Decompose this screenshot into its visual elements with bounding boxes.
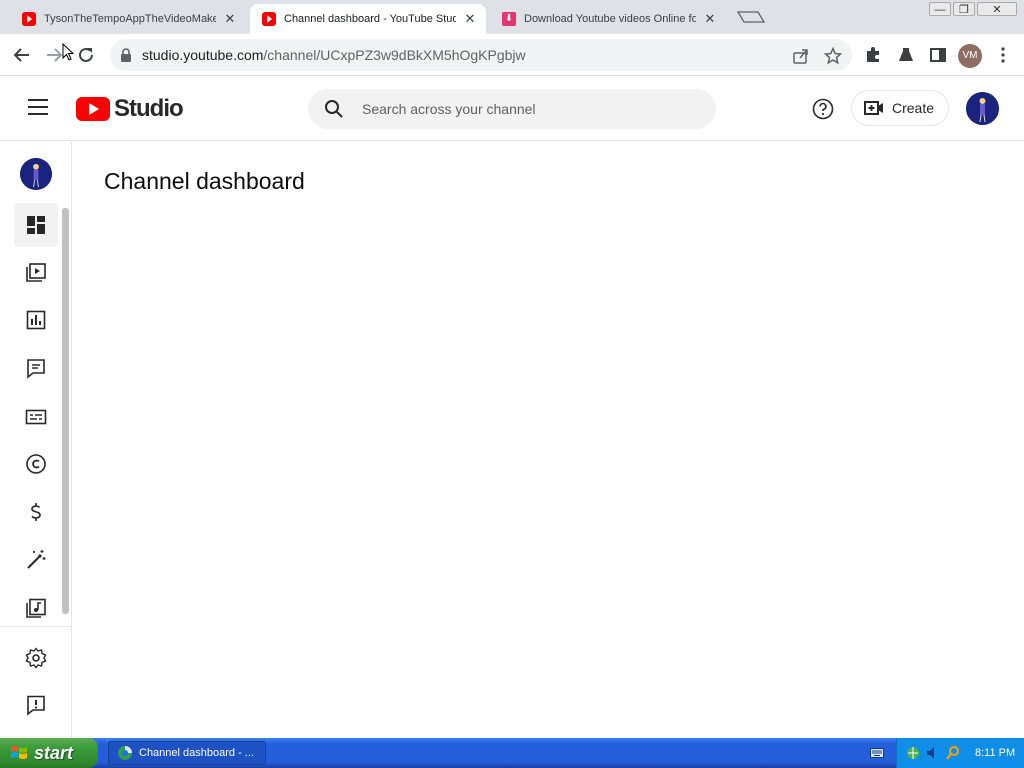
logo-text: Studio	[114, 95, 184, 122]
sidebar-divider	[0, 626, 71, 627]
search-icon[interactable]	[324, 99, 344, 119]
browser-tab-3[interactable]: ⬇ Download Youtube videos Online fo... ✕	[490, 4, 726, 34]
account-avatar[interactable]	[966, 92, 999, 125]
start-label: start	[34, 742, 74, 763]
tab-close-icon[interactable]: ✕	[462, 11, 478, 27]
windows-flag-icon	[11, 746, 27, 759]
copyright-icon	[26, 454, 46, 474]
channel-avatar-icon	[966, 92, 999, 125]
channel-search[interactable]	[308, 89, 716, 129]
bookmark-star-icon[interactable]	[824, 47, 842, 65]
reload-icon	[79, 47, 93, 62]
channel-avatar-icon	[20, 158, 52, 190]
tab-close-icon[interactable]: ✕	[222, 11, 238, 27]
keyboard-icon[interactable]	[870, 747, 884, 759]
sidebar-item-customization[interactable]	[14, 538, 58, 582]
side-panel-icon[interactable]	[929, 46, 947, 64]
reload-button[interactable]	[74, 43, 98, 67]
tab-title: Channel dashboard - YouTube Studio	[284, 13, 456, 25]
main-content: Channel dashboard	[72, 142, 1024, 738]
youtube-studio-logo[interactable]: Studio	[76, 95, 184, 123]
taskbar-window-chrome[interactable]: Channel dashboard - ...	[108, 741, 266, 765]
sidebar-item-content[interactable]	[14, 250, 58, 294]
sidebar-item-feedback[interactable]	[14, 683, 58, 727]
profile-avatar[interactable]: VM	[958, 44, 982, 68]
search-tray-icon[interactable]	[945, 745, 961, 761]
youtube-favicon-icon	[262, 12, 276, 26]
studio-sidebar	[0, 142, 72, 738]
network-icon[interactable]	[905, 745, 921, 761]
content-icon	[26, 263, 46, 282]
mouse-cursor-icon	[62, 43, 74, 61]
sidebar-item-settings[interactable]	[14, 636, 58, 680]
sidebar-item-subtitles[interactable]	[14, 395, 58, 439]
browser-menu-icon[interactable]	[994, 46, 1012, 64]
sidebar-item-earn[interactable]	[14, 490, 58, 534]
tab-close-icon[interactable]: ✕	[702, 11, 718, 27]
customization-icon	[27, 550, 46, 569]
system-tray: 8:11 PM	[896, 738, 1024, 768]
lock-icon	[121, 48, 131, 62]
address-bar[interactable]: studio.youtube.com/channel/UCxpPZ3w9dBkX…	[110, 39, 852, 71]
browser-globe-icon	[118, 746, 132, 760]
browser-tab-2-active[interactable]: Channel dashboard - YouTube Studio ✕	[250, 4, 486, 34]
minimize-window-button[interactable]: —	[929, 2, 951, 16]
comments-icon	[27, 359, 45, 379]
search-input[interactable]	[362, 101, 692, 117]
sidebar-channel-avatar[interactable]	[20, 158, 52, 190]
labs-flask-icon[interactable]	[897, 46, 915, 64]
url-path: /channel/UCxpPZ3w9dBkXM5hOgKPgbjw	[263, 47, 526, 63]
feedback-icon	[27, 695, 45, 716]
browser-tab-1[interactable]: TysonTheTempoAppTheVideoMaker... ✕	[10, 4, 246, 34]
browser-tabstrip: TysonTheTempoAppTheVideoMaker... ✕ Chann…	[0, 0, 1024, 34]
browser-toolbar: studio.youtube.com/channel/UCxpPZ3w9dBkX…	[0, 34, 1024, 76]
analytics-icon	[26, 310, 46, 330]
youtube-favicon-icon	[22, 12, 36, 26]
close-window-button[interactable]: ✕	[977, 2, 1017, 16]
settings-icon	[25, 647, 47, 669]
download-favicon-icon: ⬇	[502, 12, 516, 26]
windows-taskbar: start Channel dashboard - ... 8:11 PM	[0, 738, 1024, 768]
page-title: Channel dashboard	[104, 168, 305, 194]
restore-window-button[interactable]: ❐	[953, 2, 975, 16]
share-icon[interactable]	[792, 47, 810, 65]
taskbar-window-label: Channel dashboard - ...	[139, 747, 254, 759]
back-button[interactable]	[10, 43, 34, 67]
new-tab-icon[interactable]	[736, 10, 766, 24]
create-video-icon	[864, 101, 883, 115]
system-clock: 8:11 PM	[975, 747, 1016, 759]
studio-header: Studio Create	[0, 77, 1024, 141]
create-label: Create	[892, 100, 935, 116]
sidebar-item-comments[interactable]	[14, 346, 58, 390]
extensions-puzzle-icon[interactable]	[864, 46, 882, 64]
earn-icon	[31, 503, 41, 521]
create-button[interactable]: Create	[851, 90, 949, 126]
url-host: studio.youtube.com	[142, 47, 264, 63]
dashboard-icon	[27, 216, 45, 234]
sidebar-item-analytics[interactable]	[14, 298, 58, 342]
sidebar-item-audio-library[interactable]	[14, 586, 58, 630]
menu-hamburger-icon[interactable]	[28, 99, 48, 115]
back-arrow-icon	[13, 48, 29, 62]
forward-arrow-icon	[47, 48, 63, 62]
start-button[interactable]: start	[0, 738, 98, 768]
tab-title: Download Youtube videos Online fo...	[524, 13, 696, 25]
youtube-logo-icon	[76, 97, 110, 121]
volume-icon[interactable]	[925, 745, 941, 761]
audio-library-icon	[26, 598, 46, 618]
sidebar-item-copyright[interactable]	[14, 442, 58, 486]
sidebar-scrollbar[interactable]	[62, 208, 69, 614]
help-icon[interactable]	[812, 98, 834, 120]
subtitles-icon	[25, 409, 47, 425]
tab-title: TysonTheTempoAppTheVideoMaker...	[44, 13, 216, 25]
url-text: studio.youtube.com/channel/UCxpPZ3w9dBkX…	[142, 47, 526, 63]
sidebar-item-dashboard[interactable]	[14, 203, 58, 247]
